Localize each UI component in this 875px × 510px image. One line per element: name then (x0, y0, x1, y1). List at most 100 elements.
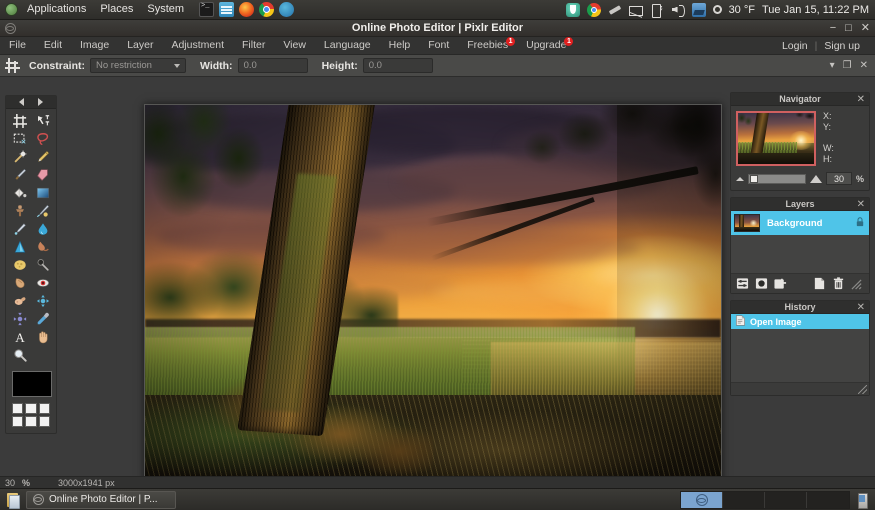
eyedropper-tool[interactable] (31, 310, 54, 328)
options-restore-button[interactable]: ❐ (843, 60, 852, 71)
minimize-button[interactable]: − (830, 23, 836, 34)
menu-help[interactable]: Help (380, 37, 420, 54)
menu-upgrade[interactable]: Upgrade 1 (517, 37, 575, 54)
menu-view[interactable]: View (274, 37, 315, 54)
dodge-tool[interactable] (31, 256, 54, 274)
taskbar-item-pixlr[interactable]: Online Photo Editor | P... (26, 491, 176, 509)
width-input[interactable]: 0.0 (238, 58, 308, 73)
pinch-tool[interactable] (8, 310, 31, 328)
workspace-3[interactable] (765, 492, 807, 508)
zoom-slider-handle[interactable] (750, 175, 758, 183)
crop-tool[interactable] (8, 112, 31, 130)
zoom-slider[interactable] (748, 174, 806, 184)
spot-heal-tool[interactable] (8, 292, 31, 310)
panel-menu-places[interactable]: Places (93, 0, 140, 19)
close-button[interactable]: ✕ (861, 23, 870, 34)
layers-resize-grip[interactable] (851, 277, 864, 290)
battery-icon[interactable] (650, 3, 664, 17)
marquee-select-tool[interactable] (8, 130, 31, 148)
menu-filter[interactable]: Filter (233, 37, 274, 54)
palette-swatch[interactable] (39, 403, 50, 414)
menu-file[interactable]: File (0, 37, 35, 54)
workspace-4[interactable] (807, 492, 849, 508)
workspace-1[interactable] (681, 492, 723, 508)
weather-temperature[interactable]: 30 °F (729, 4, 755, 16)
clock[interactable]: Tue Jan 15, 11:22 PM (762, 4, 869, 16)
clone-stamp-tool[interactable] (8, 202, 31, 220)
brush-tool[interactable] (8, 166, 31, 184)
mail-icon[interactable] (629, 6, 643, 16)
replace-color-tool[interactable] (31, 202, 54, 220)
menu-language[interactable]: Language (315, 37, 380, 54)
zoom-tool[interactable] (8, 346, 31, 364)
sharpen-tool[interactable] (8, 238, 31, 256)
gnome-logo-icon[interactable] (5, 3, 18, 16)
history-item-open-image[interactable]: Open Image (731, 314, 869, 329)
bloat-tool[interactable] (31, 292, 54, 310)
files-launcher-icon[interactable] (219, 2, 234, 17)
palette-swatch[interactable] (12, 416, 23, 427)
history-header[interactable]: History ✕ (731, 301, 869, 314)
options-collapse-button[interactable]: ▾ (830, 60, 835, 71)
image-canvas[interactable] (144, 104, 722, 488)
shield-icon[interactable] (566, 3, 580, 17)
toolbox-next-icon[interactable] (38, 98, 43, 106)
zoom-out-icon[interactable] (736, 177, 744, 181)
zoom-in-icon[interactable] (810, 175, 822, 183)
navigator-header[interactable]: Navigator ✕ (731, 93, 869, 106)
trash-icon[interactable] (832, 277, 845, 290)
red-eye-tool[interactable] (31, 274, 54, 292)
window-titlebar[interactable]: Online Photo Editor | Pixlr Editor − □ ✕ (0, 20, 875, 37)
show-desktop-icon[interactable] (5, 492, 21, 508)
menu-edit[interactable]: Edit (35, 37, 71, 54)
smudge-tool[interactable] (31, 238, 54, 256)
lock-icon[interactable] (856, 217, 864, 229)
palette-swatch[interactable] (25, 416, 36, 427)
gradient-tool[interactable] (31, 184, 54, 202)
layer-item-background[interactable]: Background (731, 211, 869, 235)
drawing-tool[interactable] (8, 220, 31, 238)
menu-adjustment[interactable]: Adjustment (162, 37, 233, 54)
chrome-launcher-icon[interactable] (259, 2, 274, 17)
menu-image[interactable]: Image (71, 37, 118, 54)
constraint-select[interactable]: No restriction (90, 58, 186, 73)
device-icon[interactable] (854, 492, 870, 508)
duplicate-layer-icon[interactable] (813, 277, 826, 290)
magic-wand-tool[interactable] (8, 148, 31, 166)
options-close-button[interactable]: ✕ (860, 60, 868, 71)
menu-freebies[interactable]: Freebies 1 (458, 37, 517, 54)
add-layer-icon[interactable] (774, 277, 787, 290)
layer-settings-icon[interactable] (736, 277, 749, 290)
height-input[interactable]: 0.0 (363, 58, 433, 73)
menu-layer[interactable]: Layer (118, 37, 162, 54)
palette-swatch[interactable] (39, 416, 50, 427)
pencil-tool[interactable] (31, 148, 54, 166)
volume-icon[interactable] (671, 3, 685, 17)
panel-menu-system[interactable]: System (140, 0, 191, 19)
zoom-value-input[interactable]: 30 (826, 172, 852, 185)
terminal-launcher-icon[interactable] (199, 2, 214, 17)
burn-tool[interactable] (8, 274, 31, 292)
type-tool[interactable]: A (8, 328, 31, 346)
toolbox-prev-icon[interactable] (19, 98, 24, 106)
display-icon[interactable] (692, 3, 706, 17)
palette-swatch[interactable] (25, 403, 36, 414)
signup-link[interactable]: Sign up (817, 40, 867, 52)
history-close-icon[interactable]: ✕ (857, 301, 865, 314)
sponge-tool[interactable] (8, 256, 31, 274)
login-link[interactable]: Login (775, 40, 815, 52)
workspace-2[interactable] (723, 492, 765, 508)
lasso-tool[interactable] (31, 130, 54, 148)
messenger-launcher-icon[interactable] (279, 2, 294, 17)
menu-font[interactable]: Font (419, 37, 458, 54)
paint-bucket-tool[interactable] (8, 184, 31, 202)
move-tool[interactable] (31, 112, 54, 130)
maximize-button[interactable]: □ (845, 23, 852, 34)
eraser-tool[interactable] (31, 166, 54, 184)
navigator-thumbnail[interactable] (736, 111, 816, 166)
palette-swatch[interactable] (12, 403, 23, 414)
navigator-close-icon[interactable]: ✕ (857, 93, 865, 106)
canvas-area[interactable] (62, 78, 725, 498)
chrome-icon[interactable] (587, 3, 601, 17)
foreground-color-swatch[interactable] (12, 371, 52, 397)
